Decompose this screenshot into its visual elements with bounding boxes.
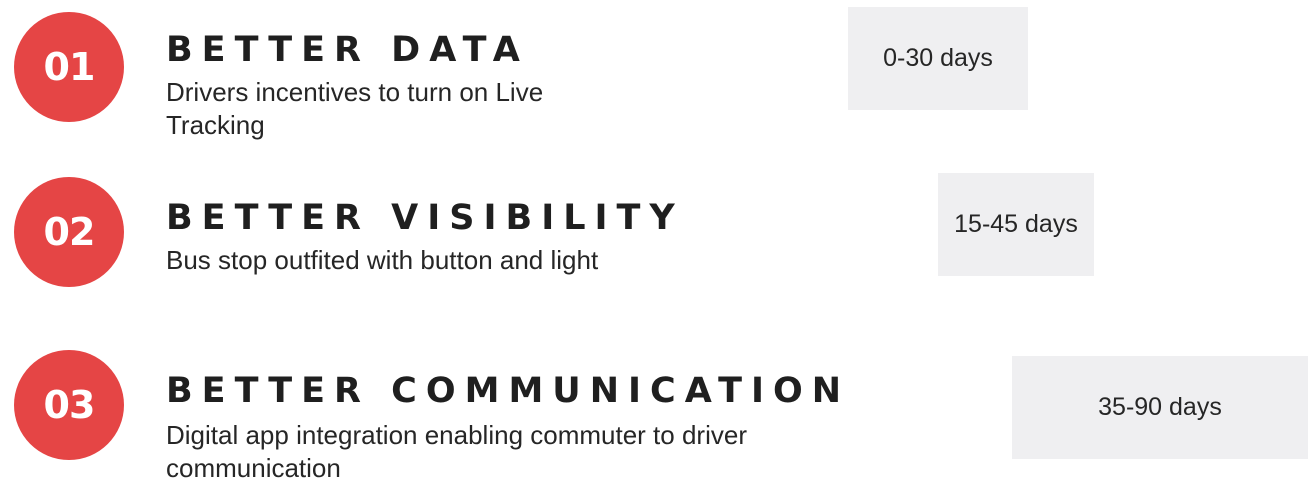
step-title: BETTER DATA: [166, 30, 529, 70]
step-duration-badge: 0-30 days: [848, 7, 1028, 110]
step-title: BETTER COMMUNICATION: [166, 371, 851, 411]
step-description: Bus stop outfited with button and light: [166, 245, 599, 275]
step-number: 03: [43, 383, 96, 427]
step-number-circle: 03: [14, 350, 124, 460]
step-duration: 15-45 days: [954, 210, 1078, 238]
step-title: BETTER VISIBILITY: [166, 198, 684, 238]
step-number: 01: [43, 45, 96, 89]
step-duration-badge: 35-90 days: [1012, 356, 1308, 459]
step-number: 02: [43, 210, 96, 254]
step-number-circle: 01: [14, 12, 124, 122]
step-duration: 0-30 days: [883, 44, 993, 72]
step-number-circle: 02: [14, 177, 124, 287]
step-duration-badge: 15-45 days: [938, 173, 1094, 276]
step-description: Drivers incentives to turn on Live Track…: [166, 77, 544, 140]
step-duration: 35-90 days: [1098, 393, 1222, 421]
step-description: Digital app integration enabling commute…: [166, 420, 747, 483]
